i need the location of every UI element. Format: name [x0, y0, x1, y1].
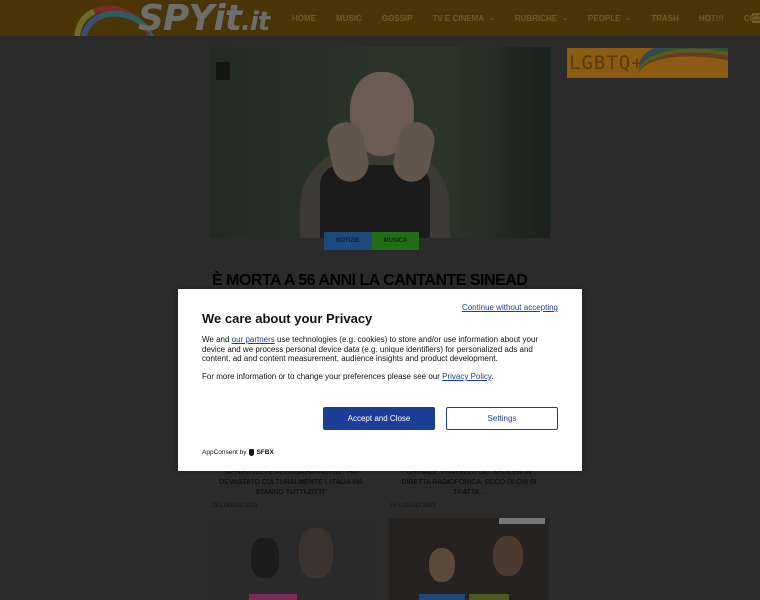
nav-label: TRASH — [651, 13, 679, 23]
tag-musica[interactable]: MUSICA — [371, 232, 420, 250]
nav-label: RUBRICHE — [514, 13, 558, 23]
nav-item-music[interactable]: MUSIC — [336, 14, 362, 23]
nav-label: MUSIC — [336, 13, 362, 23]
dialog-description: We and our partners use technologies (e.… — [202, 335, 560, 364]
dialog-more-info: For more information or to change your p… — [202, 372, 560, 381]
continue-without-accepting-link[interactable]: Continue without accepting — [462, 303, 558, 312]
nav-item-hot[interactable]: HOT!!! — [699, 14, 724, 23]
nav-label: PEOPLE — [588, 13, 621, 23]
card-title-right[interactable]: GRINALE: FRATELLO GLI SPOILER IN DIRETTA… — [389, 468, 549, 498]
thumbnail-tag-bar — [249, 594, 297, 600]
nav-item-tv-cinema[interactable]: TV E CINEMA ⌄ — [432, 14, 494, 23]
nav-label: GOSSIP — [381, 13, 413, 23]
settings-button[interactable]: Settings — [446, 407, 558, 430]
card-title-line: DEVASTATO CULTURALMENTE L'ITALIA MA — [219, 479, 363, 486]
thumbnail-figure — [251, 538, 279, 578]
main-nav: HOME MUSIC GOSSIP TV E CINEMA ⌄ RUBRICHE ⌄… — [292, 0, 760, 36]
chevron-down-icon: ⌄ — [562, 15, 569, 22]
thumbnail-tag-bar — [469, 594, 509, 600]
dialog-title: We care about your Privacy — [202, 311, 373, 326]
nav-item-people[interactable]: PEOPLE ⌄ — [588, 14, 631, 23]
card-title-line: STANNO TUTTI ZITTI" — [255, 489, 327, 496]
banner-rainbow-arc — [633, 48, 728, 78]
article-tags: NOTIZIE MUSICA — [324, 232, 420, 250]
nav-label: TV E CINEMA — [432, 13, 485, 23]
privacy-consent-dialog: Continue without accepting We care about… — [178, 289, 582, 471]
thumbnail-caption-bar — [499, 518, 545, 524]
desc-text-before: We and — [202, 335, 232, 344]
nav-item-trash[interactable]: TRASH — [651, 14, 679, 23]
thumbnail-figure — [493, 536, 523, 576]
sfbx-logo-icon — [249, 449, 255, 456]
site-header: SPYit.it HOME MUSIC GOSSIP TV E CINEMA ⌄ … — [0, 0, 760, 36]
accept-and-close-button[interactable]: Accept and Close — [323, 407, 435, 430]
hamburger-menu-icon[interactable] — [752, 13, 760, 25]
logo-text: SPYit.it — [138, 0, 270, 36]
article-headline[interactable]: È MORTA A 56 ANNI LA CANTANTE SINEAD — [212, 272, 552, 290]
thumbnail-figure — [299, 528, 333, 578]
nav-label: HOT!!! — [698, 13, 724, 23]
powered-by: AppConsent by SFBX — [202, 449, 274, 456]
card-thumbnail-left[interactable] — [211, 518, 371, 600]
banner-label: LGBTQ+ — [569, 52, 644, 74]
tag-notizie[interactable]: NOTIZIE — [324, 232, 372, 250]
chevron-down-icon: ⌄ — [625, 15, 632, 22]
image-detail — [216, 62, 230, 80]
more-text-before: For more information or to change your p… — [202, 372, 443, 381]
privacy-policy-link[interactable]: Privacy Policy — [442, 372, 491, 381]
featured-article-image[interactable] — [210, 47, 550, 238]
powered-prefix: AppConsent by — [202, 449, 247, 456]
card-thumbnail-right[interactable] — [389, 518, 549, 600]
chevron-down-icon: ⌄ — [489, 15, 495, 22]
lgbtq-banner[interactable]: LGBTQ+ — [567, 48, 728, 78]
nav-item-gossip[interactable]: GOSSIP — [382, 14, 413, 23]
card-date-left: 25 LUGLIO 2023 — [212, 503, 258, 509]
card-title-line: DIRETTA RADIOFONICA: ECCO DI CHI SI — [401, 479, 537, 486]
powered-brand: SFBX — [256, 449, 274, 456]
thumbnail-tag-bar — [419, 594, 465, 600]
nav-item-rubriche[interactable]: RUBRICHE ⌄ — [515, 14, 568, 23]
logo-main: SPYit — [138, 0, 242, 36]
nav-item-home[interactable]: HOME — [292, 14, 316, 23]
card-date-right: 25 LUGLIO 2023 — [390, 503, 436, 509]
card-title-left[interactable]: MENEGUZZI E ACCUSA PARADISO: "HA DEVASTA… — [211, 468, 371, 498]
more-text-after: . — [491, 372, 494, 381]
thumbnail-figure — [429, 548, 455, 582]
logo-suffix: .it — [240, 7, 270, 36]
card-title-line: TRATTA... — [452, 489, 486, 496]
site-logo[interactable]: SPYit.it — [65, 0, 274, 36]
nav-label: HOME — [292, 13, 316, 23]
our-partners-link[interactable]: our partners — [232, 335, 275, 344]
